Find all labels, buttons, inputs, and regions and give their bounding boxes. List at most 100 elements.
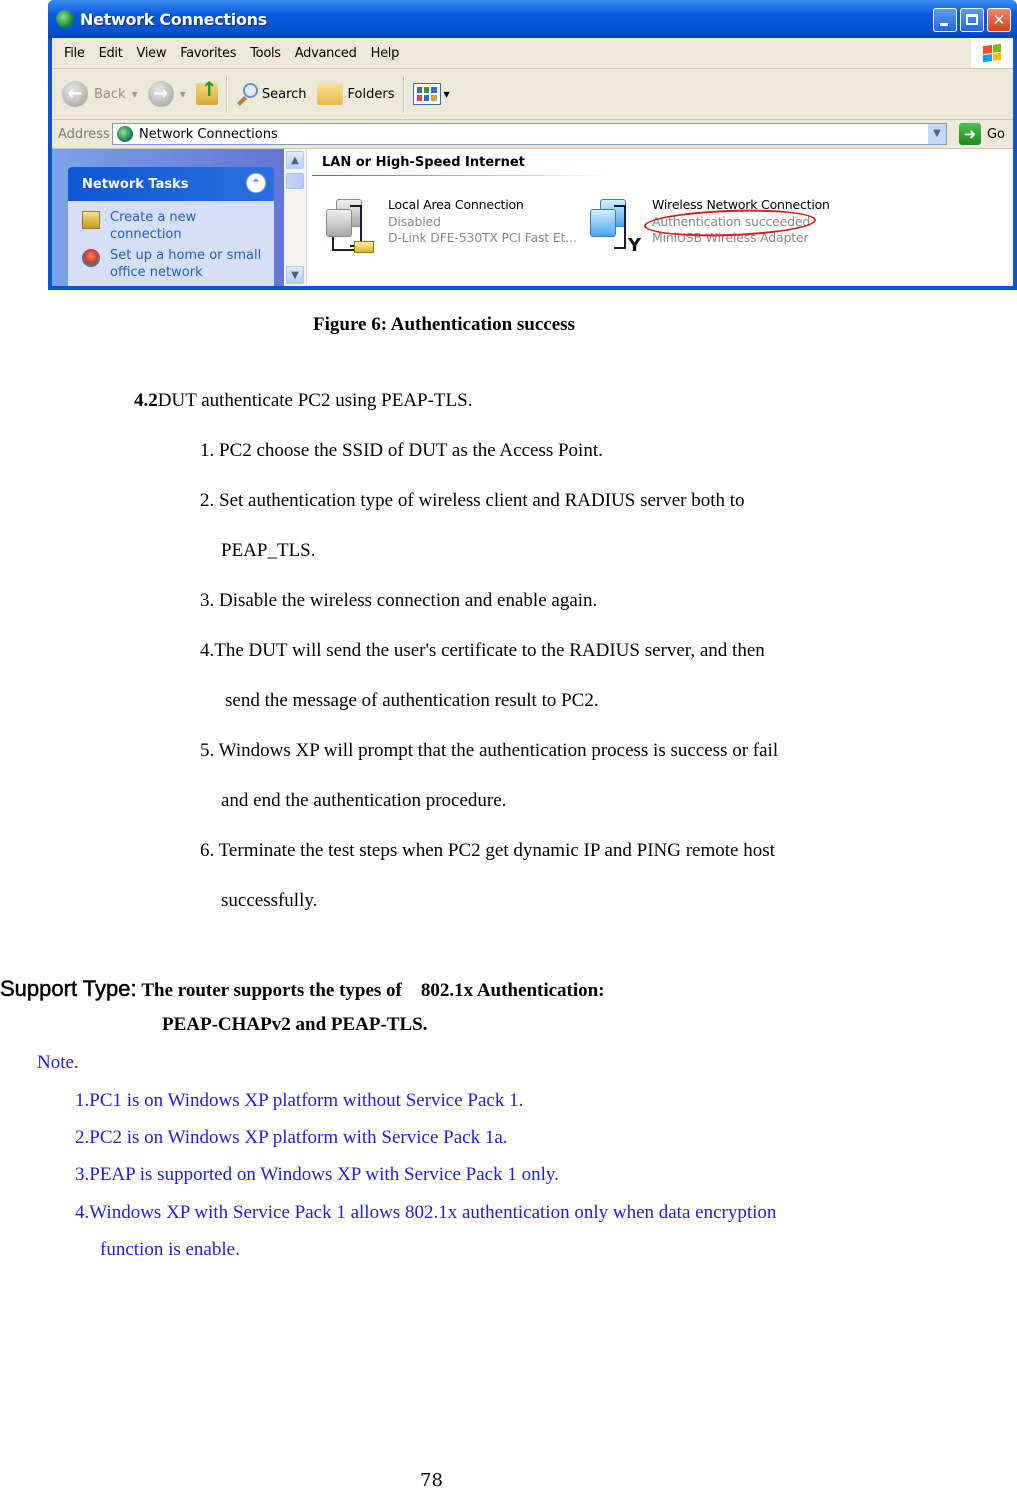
search-button[interactable]: Search	[236, 83, 307, 106]
network-tasks-panel: Network Tasks ⌃ Create a new connection S…	[68, 167, 274, 286]
menu-file[interactable]: File	[64, 46, 85, 61]
folders-label: Folders	[347, 86, 395, 102]
folders-button[interactable]: Folders	[316, 83, 395, 105]
note-label: Note.	[37, 1052, 79, 1073]
connection-status: Disabled	[388, 213, 441, 229]
close-icon: ✕	[992, 11, 1006, 29]
network-tasks-header[interactable]: Network Tasks ⌃	[68, 167, 274, 201]
support-type-text-continuation: PEAP-CHAPv2 and PEAP-TLS.	[162, 1014, 428, 1035]
menu-bar: File Edit View Favorites Tools Advanced …	[52, 38, 1013, 69]
address-value: Network Connections	[139, 126, 278, 142]
note-item-continuation: function is enable.	[100, 1239, 240, 1260]
group-divider	[312, 175, 612, 176]
section-heading: 4.2DUT authenticate PC2 using PEAP-TLS.	[134, 390, 472, 412]
folders-icon	[316, 83, 343, 105]
step-item: 5. Windows XP will prompt that the authe…	[200, 740, 779, 761]
note-item: 4.Windows XP with Service Pack 1 allows …	[75, 1202, 777, 1223]
scroll-up-icon[interactable]: ▲	[286, 151, 304, 169]
up-folder-icon	[195, 77, 218, 105]
step-item: 1. PC2 choose the SSID of DUT as the Acc…	[200, 440, 603, 461]
task-create-new-connection[interactable]: Create a new connection	[82, 209, 274, 243]
note-item: 3.PEAP is supported on Windows XP with S…	[75, 1164, 559, 1185]
search-label: Search	[261, 86, 307, 102]
wireless-connection-icon: Y	[588, 197, 644, 259]
connections-pane: LAN or High-Speed Internet Local Area Co…	[308, 149, 1013, 286]
step-item-continuation: successfully.	[221, 890, 318, 911]
menu-help[interactable]: Help	[371, 46, 400, 61]
go-label: Go	[986, 126, 1005, 142]
title-bar: Network Connections ✕	[48, 0, 1017, 38]
page-number: 78	[420, 1470, 443, 1491]
group-title: LAN or High-Speed Internet	[322, 155, 525, 170]
up-folder-button[interactable]	[195, 77, 218, 105]
maximize-button[interactable]	[960, 8, 984, 32]
network-connections-screenshot: Network Connections ✕ File Edit View Fav…	[48, 0, 1017, 290]
back-button[interactable]: ← Back ▼	[62, 81, 138, 107]
close-button[interactable]: ✕	[987, 8, 1011, 32]
windows-flag-icon	[983, 43, 1001, 63]
section-title: DUT authenticate PC2 using PEAP-TLS.	[157, 390, 473, 411]
go-button[interactable]: ➜ Go	[958, 123, 1005, 145]
minimize-button[interactable]	[933, 8, 957, 32]
address-input[interactable]: Network Connections ▼	[112, 123, 947, 145]
minimize-icon	[940, 23, 948, 26]
window-title: Network Connections	[80, 9, 267, 29]
connection-name: Local Area Connection	[388, 197, 524, 212]
dropdown-arrow-icon: ▼	[131, 89, 138, 99]
step-item-continuation: send the message of authentication resul…	[225, 690, 599, 711]
collapse-chevron-icon[interactable]: ⌃	[246, 173, 266, 193]
go-arrow-icon: ➜	[958, 123, 981, 145]
back-arrow-icon: ←	[62, 81, 88, 107]
back-label: Back	[94, 86, 126, 102]
vertical-scrollbar[interactable]: ▲ ▼	[284, 149, 307, 286]
note-item: 1.PC1 is on Windows XP platform without …	[75, 1090, 524, 1111]
step-item-continuation: and end the authentication procedure.	[221, 790, 507, 811]
step-item: 4.The DUT will send the user's certifica…	[200, 640, 765, 661]
scroll-thumb[interactable]	[286, 173, 304, 189]
task-setup-home-network[interactable]: Set up a home or small office network	[82, 247, 274, 281]
task-label: Set up a home or small	[110, 248, 262, 263]
step-item-continuation: PEAP_TLS.	[221, 540, 316, 561]
task-pane: Network Tasks ⌃ Create a new connection S…	[52, 149, 284, 286]
connection-device: D-Link DFE-530TX PCI Fast Et...	[388, 230, 577, 245]
forward-arrow-icon: →	[147, 81, 174, 107]
menu-advanced[interactable]: Advanced	[295, 46, 357, 61]
note-item: 2.PC2 is on Windows XP platform with Ser…	[75, 1127, 508, 1148]
menu-view[interactable]: View	[137, 46, 167, 61]
step-item: 2. Set authentication type of wireless c…	[200, 490, 745, 511]
search-icon	[236, 83, 258, 106]
menu-favorites[interactable]: Favorites	[180, 46, 236, 61]
step-item: 3. Disable the wireless connection and e…	[200, 590, 598, 611]
toolbar: ← Back ▼ → ▼ Search Folders ▼	[52, 69, 1013, 120]
menu-edit[interactable]: Edit	[99, 46, 123, 61]
toolbar-separator	[225, 75, 228, 113]
windows-logo	[971, 38, 1013, 68]
task-label: connection	[110, 227, 182, 242]
network-connections-icon	[56, 10, 74, 28]
views-button[interactable]: ▼	[412, 83, 450, 105]
section-number: 4.2	[134, 390, 158, 411]
toolbar-separator	[402, 75, 405, 113]
address-dropdown-icon[interactable]: ▼	[928, 124, 946, 144]
dropdown-arrow-icon: ▼	[179, 89, 186, 99]
menu-tools[interactable]: Tools	[250, 46, 281, 61]
support-type-text: The router supports the types of 802.1x …	[141, 980, 605, 1001]
address-label: Address	[58, 126, 110, 142]
network-connections-icon	[117, 126, 133, 142]
task-label: office network	[110, 265, 203, 280]
scroll-down-icon[interactable]: ▼	[286, 266, 304, 284]
connection-local-area[interactable]: Local Area Connection Disabled D-Link DF…	[324, 197, 577, 259]
explorer-content: Network Tasks ⌃ Create a new connection S…	[52, 149, 1013, 286]
address-bar: Address Network Connections ▼ ➜ Go	[52, 120, 1013, 149]
network-tasks-title: Network Tasks	[82, 176, 189, 192]
home-network-icon	[82, 249, 100, 267]
maximize-icon	[966, 14, 978, 25]
connection-wireless[interactable]: Y Wireless Network Connection Authentica…	[588, 197, 830, 259]
task-label: Create a new	[110, 210, 197, 225]
support-type: Support Type: The router supports the ty…	[0, 976, 605, 1002]
dropdown-arrow-icon: ▼	[443, 89, 450, 99]
support-type-label: Support Type:	[0, 976, 137, 1002]
lan-connection-icon	[324, 197, 380, 259]
new-connection-icon	[82, 211, 100, 229]
forward-button[interactable]: → ▼	[147, 81, 186, 107]
